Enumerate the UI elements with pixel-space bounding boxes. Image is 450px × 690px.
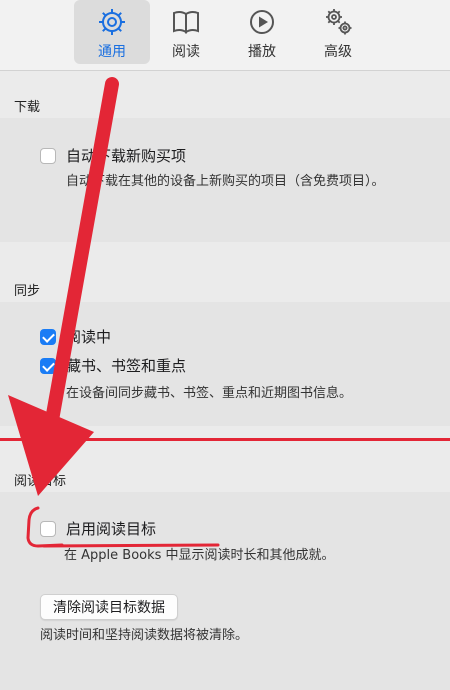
gear-icon bbox=[99, 9, 125, 35]
collections-checkbox[interactable] bbox=[40, 357, 56, 374]
reading-now-checkbox[interactable] bbox=[40, 328, 56, 345]
collections-row[interactable]: 藏书、书签和重点 bbox=[40, 355, 186, 376]
tab-playback[interactable]: 播放 bbox=[226, 0, 298, 64]
annotation-separator-line bbox=[0, 438, 450, 441]
enable-reading-goals-row[interactable]: 启用阅读目标 bbox=[40, 518, 156, 539]
auto-download-row[interactable]: 自动下载新购买项 bbox=[40, 145, 186, 166]
collections-label: 藏书、书签和重点 bbox=[66, 357, 187, 375]
tab-reading-label: 阅读 bbox=[172, 44, 200, 60]
reading-now-label: 阅读中 bbox=[66, 328, 112, 346]
gears-icon bbox=[326, 9, 352, 35]
tab-advanced-label: 高级 bbox=[324, 44, 352, 60]
auto-download-label: 自动下载新购买项 bbox=[66, 147, 187, 165]
play-icon bbox=[250, 10, 274, 34]
sync-section-title: 同步 bbox=[14, 284, 41, 299]
auto-download-checkbox[interactable] bbox=[40, 147, 56, 164]
enable-reading-goals-label: 启用阅读目标 bbox=[66, 520, 157, 538]
sync-description: 在设备间同步藏书、书签、重点和近期图书信息。 bbox=[66, 386, 353, 401]
tab-general[interactable]: 通用 bbox=[74, 0, 150, 64]
reading-goals-section-title: 阅读目标 bbox=[14, 474, 67, 489]
reading-goals-description: 在 Apple Books 中显示阅读时长和其他成就。 bbox=[64, 548, 335, 563]
auto-download-description: 自动下载在其他的设备上新购买的项目（含免费项目）。 bbox=[66, 174, 385, 189]
clear-reading-goals-button[interactable]: 清除阅读目标数据 bbox=[40, 594, 178, 620]
tab-general-label: 通用 bbox=[98, 44, 126, 60]
preferences-toolbar: 通用 阅读 播放 高级 bbox=[0, 0, 450, 71]
enable-reading-goals-checkbox[interactable] bbox=[40, 520, 56, 537]
tab-playback-label: 播放 bbox=[248, 44, 276, 60]
download-section-title: 下载 bbox=[14, 100, 41, 115]
tab-reading[interactable]: 阅读 bbox=[150, 0, 222, 64]
clear-reading-goals-description: 阅读时间和坚持阅读数据将被清除。 bbox=[40, 628, 249, 643]
tab-advanced[interactable]: 高级 bbox=[302, 0, 374, 64]
book-icon bbox=[173, 10, 199, 34]
reading-now-row[interactable]: 阅读中 bbox=[40, 326, 111, 347]
